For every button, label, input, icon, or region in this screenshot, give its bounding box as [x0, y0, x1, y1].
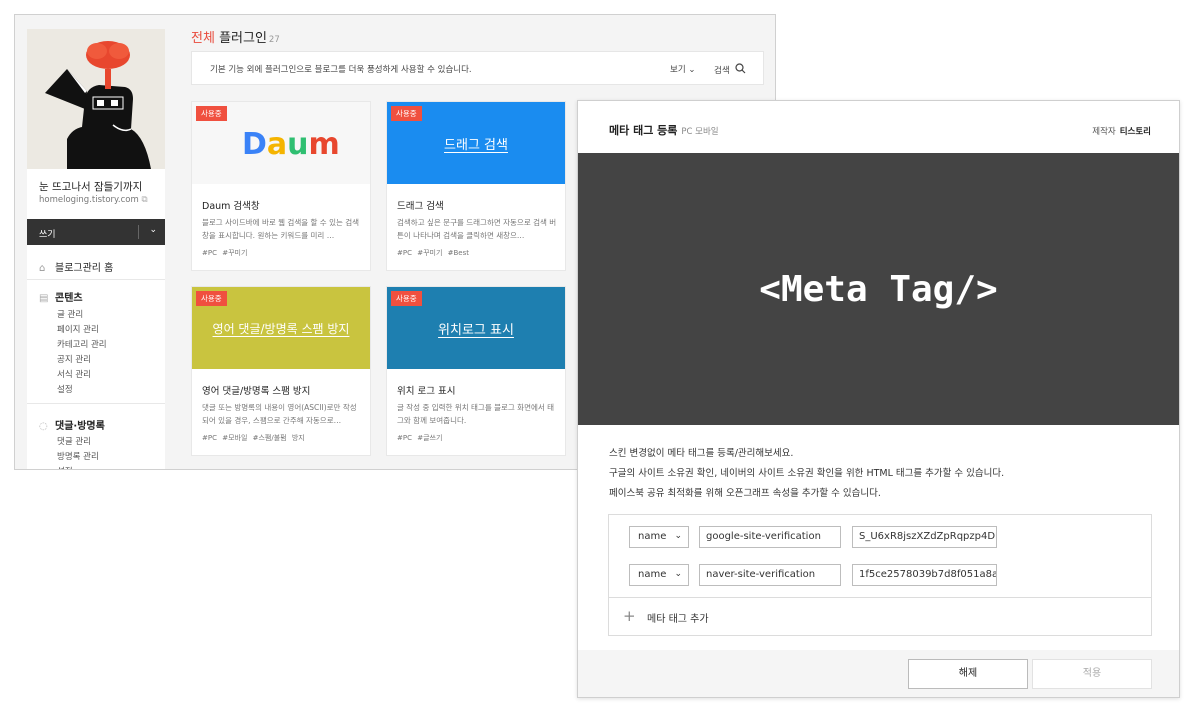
- maker-name: 티스토리: [1119, 127, 1151, 137]
- sidebar-subitem-templates[interactable]: 서식 관리: [57, 368, 91, 380]
- svg-text:Daum: Daum: [242, 127, 340, 162]
- avatar-illustration: [27, 29, 165, 169]
- meta-tag-modal: 메타 태그 등록 PC 모바일 제작자 티스토리 <Meta Tag/> 스킨 변경…: [577, 100, 1180, 698]
- sidebar-subitem-pages[interactable]: 페이지 관리: [57, 323, 99, 335]
- external-link-icon: ⧉: [141, 195, 148, 205]
- sidebar-divider: [27, 403, 165, 404]
- meta-tag-list: name ⌄ google-site-verification S_U6xR8js…: [608, 514, 1152, 636]
- add-meta-tag-label: 메타 태그 추가: [647, 614, 709, 625]
- status-badge: 사용중: [196, 106, 227, 121]
- card-description: 댓글 또는 방명록의 내용이 영어(ASCII)로만 작성되어 있을 경우, 스…: [202, 403, 357, 425]
- status-badge: 사용중: [391, 106, 422, 121]
- search-icon: [735, 63, 746, 74]
- maker-label: 제작자: [1092, 127, 1116, 137]
- modal-description-line: 구글의 사이트 소유권 확인, 네이버의 사이트 소유권 확인을 위한 HTML…: [609, 468, 1005, 479]
- plugin-card-location-log[interactable]: 위치로그 표시 사용중 위치 로그 표시 글 작성 중 입력한 위치 태그를 블…: [386, 286, 566, 456]
- attr-select[interactable]: name ⌄: [629, 564, 689, 586]
- card-description: 블로그 사이드바에 바로 웹 검색을 할 수 있는 검색창을 표시합니다. 원하…: [202, 218, 360, 240]
- status-badge: 사용중: [196, 291, 227, 306]
- sidebar-content-label: 콘텐츠: [55, 293, 83, 304]
- sidebar-subitem-notices[interactable]: 공지 관리: [57, 353, 91, 365]
- plugin-infobar: 기본 기능 외에 플러그인으로 블로그를 더욱 풍성하게 사용할 수 있습니다.…: [191, 51, 764, 85]
- attr-select-value: name: [638, 569, 667, 580]
- card-thumbnail: 위치로그 표시 사용중: [387, 287, 565, 369]
- view-label: 보기: [670, 65, 686, 75]
- page-title: 전체 플러그인 27: [191, 27, 280, 46]
- modal-description-line: 스킨 변경없이 메타 태그를 등록/관리해보세요.: [609, 448, 794, 459]
- sidebar-item-comments[interactable]: ◌ 댓글·방명록: [39, 417, 105, 432]
- home-icon: ⌂: [39, 263, 46, 274]
- card-thumbnail: 드래그 검색 사용중: [387, 102, 565, 184]
- plugin-card-drag-search[interactable]: 드래그 검색 사용중 드래그 검색 검색하고 싶은 문구를 드래그하면 자동으로…: [386, 101, 566, 271]
- modal-description-line: 페이스북 공유 최적화를 위해 오픈그래프 속성을 추가할 수 있습니다.: [609, 488, 881, 499]
- add-meta-tag-button[interactable]: + 메타 태그 추가: [609, 597, 1151, 635]
- comment-icon: ◌: [39, 421, 48, 432]
- sidebar-item-home[interactable]: ⌂ 블로그관리 홈: [39, 259, 113, 274]
- chevron-down-icon[interactable]: ⌄: [149, 225, 157, 235]
- title-accent: 전체: [191, 31, 215, 46]
- card-tags: #PC #모바일 #스팸/불펌 방지: [202, 434, 305, 442]
- sidebar-comments-label: 댓글·방명록: [55, 421, 105, 432]
- info-text: 기본 기능 외에 플러그인으로 블로그를 더욱 풍성하게 사용할 수 있습니다.: [210, 65, 472, 75]
- write-label: 쓰기: [39, 230, 56, 240]
- chevron-down-icon: ⌄: [674, 531, 682, 541]
- apply-button[interactable]: 적용: [1032, 659, 1152, 689]
- blog-url[interactable]: homeloging.tistory.com ⧉: [39, 195, 148, 205]
- card-description: 검색하고 싶은 문구를 드래그하면 자동으로 검색 버튼이 나타나며 검색을 클…: [397, 218, 557, 240]
- title-rest: 플러그인: [219, 31, 267, 46]
- sidebar-subitem-categories[interactable]: 카테고리 관리: [57, 338, 107, 350]
- modal-title-text: 메타 태그 등록: [609, 124, 678, 137]
- sidebar-subitem-guestbook[interactable]: 방명록 관리: [57, 450, 99, 462]
- modal-subtitle: PC 모바일: [681, 127, 719, 137]
- card-title: Daum 검색창: [202, 201, 260, 212]
- blog-avatar[interactable]: [27, 29, 165, 169]
- sidebar-subitem-comment-manage[interactable]: 댓글 관리: [57, 435, 91, 447]
- plugin-card-spam-block[interactable]: 영어 댓글/방명록 스팸 방지 사용중 영어 댓글/방명록 스팸 방지 댓글 또…: [191, 286, 371, 456]
- chevron-down-icon: ⌄: [674, 569, 682, 579]
- card-tags: #PC #꾸미기: [202, 249, 248, 257]
- sidebar-subitem-posts[interactable]: 글 관리: [57, 308, 83, 320]
- meta-name-input[interactable]: google-site-verification: [699, 526, 841, 548]
- blog-url-text: homeloging.tistory.com: [39, 195, 139, 205]
- status-badge: 사용중: [391, 291, 422, 306]
- modal-maker: 제작자 티스토리: [1092, 125, 1151, 137]
- sidebar-home-label: 블로그관리 홈: [55, 263, 114, 274]
- card-title: 드래그 검색: [397, 201, 444, 212]
- card-description: 글 작성 중 입력한 위치 태그를 블로그 화면에서 태그와 함께 보여줍니다.: [397, 403, 555, 425]
- plus-icon: +: [623, 607, 636, 625]
- meta-content-input[interactable]: 1f5ce2578039b7d8f051a8ad8: [852, 564, 997, 586]
- blog-name[interactable]: 눈 뜨고나서 잠들기까지: [39, 179, 142, 194]
- plugin-count: 27: [268, 35, 280, 45]
- sidebar-item-content[interactable]: ▤ 콘텐츠: [39, 289, 83, 304]
- search-label: 검색: [714, 66, 730, 76]
- attr-select-value: name: [638, 531, 667, 542]
- document-icon: ▤: [39, 293, 49, 304]
- modal-hero-banner: <Meta Tag/>: [578, 153, 1179, 425]
- card-title: 영어 댓글/방명록 스팸 방지: [202, 386, 311, 397]
- meta-name-input[interactable]: naver-site-verification: [699, 564, 841, 586]
- chevron-down-icon: ⌄: [688, 65, 696, 75]
- view-dropdown[interactable]: 보기 ⌄: [670, 63, 695, 75]
- card-tags: #PC #글쓰기: [397, 434, 443, 442]
- sidebar-subitem-comment-settings[interactable]: 설정: [57, 465, 73, 469]
- sidebar-subitem-settings[interactable]: 설정: [57, 383, 73, 395]
- card-title: 위치 로그 표시: [397, 386, 456, 397]
- card-tags: #PC #꾸미기 #Best: [397, 249, 469, 257]
- sidebar-divider: [27, 279, 165, 280]
- sidebar: 눈 뜨고나서 잠들기까지 homeloging.tistory.com ⧉ 쓰기…: [27, 29, 165, 469]
- search-button[interactable]: 검색: [714, 63, 746, 76]
- write-separator: [138, 225, 139, 239]
- card-thumbnail: Daum 사용중: [192, 102, 370, 184]
- plugin-card-daum[interactable]: Daum 사용중 Daum 검색창 블로그 사이드바에 바로 웹 검색을 할 수…: [191, 101, 371, 271]
- modal-title: 메타 태그 등록 PC 모바일: [609, 122, 719, 138]
- release-button[interactable]: 해제: [908, 659, 1028, 689]
- card-thumbnail: 영어 댓글/방명록 스팸 방지 사용중: [192, 287, 370, 369]
- attr-select[interactable]: name ⌄: [629, 526, 689, 548]
- meta-content-input[interactable]: S_U6xR8jszXZdZpRqpzp4DR: [852, 526, 997, 548]
- modal-footer: 해제 적용: [578, 650, 1179, 697]
- write-button[interactable]: 쓰기 ⌄: [27, 219, 165, 245]
